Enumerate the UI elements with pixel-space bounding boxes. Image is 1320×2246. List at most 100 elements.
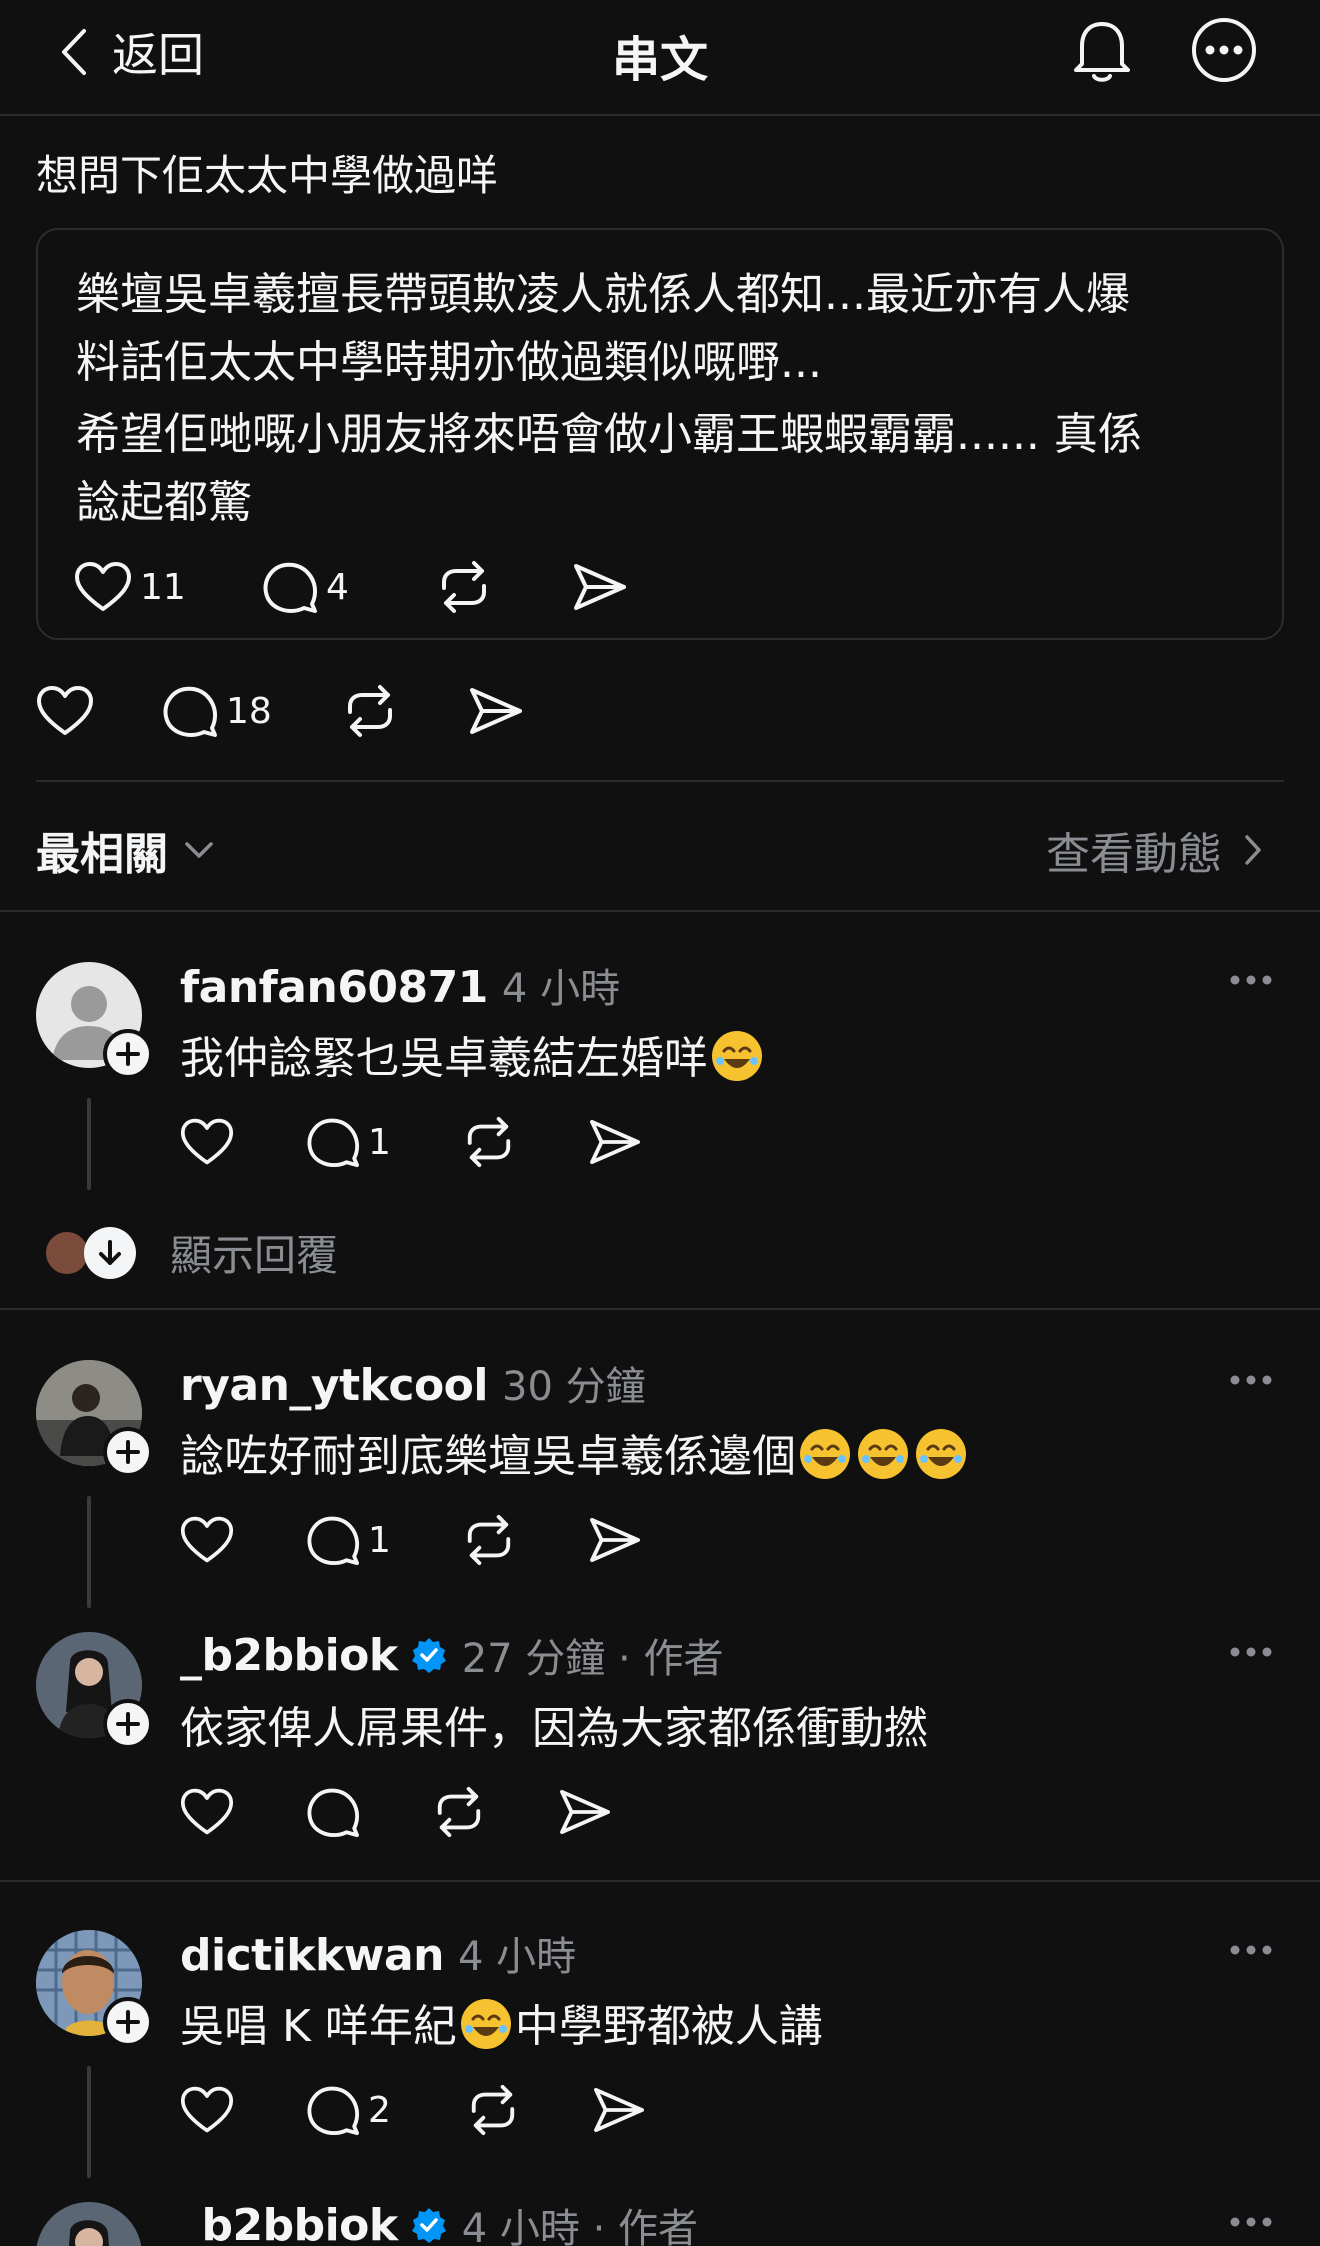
bell-icon: [1068, 18, 1136, 84]
back-label: 返回: [112, 28, 204, 82]
reply-bubble-icon: [162, 684, 218, 738]
comment-actions: 1: [180, 1116, 642, 1168]
repost-button[interactable]: [462, 1514, 588, 1566]
like-button[interactable]: [180, 1515, 306, 1565]
reply-count: 1: [368, 1519, 391, 1561]
like-button[interactable]: [36, 685, 162, 737]
comment-divider: [0, 1880, 1320, 1882]
comment-more-button[interactable]: [1230, 974, 1272, 986]
back-button[interactable]: 返回: [56, 22, 204, 82]
comment-username[interactable]: _b2bbiok: [180, 1630, 398, 1681]
plus-icon: [115, 1711, 141, 1737]
chevron-left-icon: [56, 27, 92, 77]
show-replies-button[interactable]: 顯示回覆: [44, 1222, 338, 1283]
heart-icon: [180, 1515, 234, 1565]
reply-button[interactable]: 1: [306, 1514, 462, 1566]
comment-text-row: 諗咗好耐到底樂壇吳卓羲係邊個: [180, 1420, 970, 1484]
verified-badge-icon: [410, 1636, 448, 1674]
comment-text: 我仲諗緊乜吳卓羲結左婚咩: [180, 1033, 708, 1084]
comment-username[interactable]: fanfan60871: [180, 962, 488, 1013]
share-button[interactable]: [592, 2086, 646, 2134]
comment-header: dictikkwan 4 小時: [180, 1924, 576, 1982]
repost-icon: [342, 684, 398, 738]
like-button[interactable]: [180, 1117, 306, 1167]
heart-icon: [36, 685, 94, 737]
quoted-post-card[interactable]: 樂壇吳卓羲擅長帶頭欺凌人就係人都知...最近亦有人爆 料話佢太太中學時期亦做過類…: [36, 228, 1284, 640]
comment-actions: 2: [180, 2084, 646, 2136]
comment-username[interactable]: _b2bbiok: [180, 2200, 398, 2246]
repost-button[interactable]: [432, 1786, 558, 1838]
post-divider: [36, 780, 1284, 782]
quote-share-button[interactable]: [572, 562, 628, 612]
avatar[interactable]: [36, 2202, 142, 2246]
post-actions: 18: [36, 684, 524, 738]
reply-bubble-icon: [306, 1514, 360, 1566]
verified-badge-icon: [410, 2206, 448, 2244]
show-replies-label: 顯示回覆: [170, 1231, 339, 1280]
comment-username[interactable]: ryan_ytkcool: [180, 1360, 489, 1411]
more-dots-icon: [1230, 2216, 1272, 2228]
view-activity-link[interactable]: 查看動態: [1046, 818, 1262, 882]
heart-icon: [180, 1787, 234, 1837]
follow-button[interactable]: [103, 1427, 153, 1477]
more-options-button[interactable]: [1190, 16, 1258, 84]
comment-time: 4 小時 · 作者: [461, 2206, 698, 2246]
comment-text-row: 我仲諗緊乜吳卓羲結左婚咩: [180, 1022, 766, 1086]
send-icon: [592, 2086, 646, 2134]
comment-time: 27 分鐘 · 作者: [461, 1636, 724, 1682]
quote-repost-button[interactable]: [436, 560, 572, 614]
reply-button[interactable]: 1: [306, 1116, 462, 1168]
reply-count: 1: [368, 1121, 391, 1163]
comment-actions: 1: [180, 1514, 642, 1566]
share-button[interactable]: [588, 1118, 642, 1166]
share-button[interactable]: [558, 1788, 612, 1836]
quote-reply-button[interactable]: 4: [262, 560, 436, 614]
comment-more-button[interactable]: [1230, 1646, 1272, 1658]
share-button[interactable]: [588, 1516, 642, 1564]
comment-header: fanfan60871 4 小時: [180, 956, 620, 1014]
comment-more-button[interactable]: [1230, 1944, 1272, 1956]
comment-header: _b2bbiok 4 小時 · 作者: [180, 2196, 698, 2246]
more-dots-icon: [1230, 1374, 1272, 1386]
follow-button[interactable]: [103, 1699, 153, 1749]
comment-more-button[interactable]: [1230, 2216, 1272, 2228]
comment-text-row: 吳唱 K 咩年紀 中學野都被人講: [180, 1990, 823, 2054]
comment-time: 4 小時: [457, 1934, 577, 1980]
comment-username[interactable]: dictikkwan: [180, 1930, 444, 1981]
thread-line: [87, 1098, 91, 1190]
quote-actions: 11 4: [74, 560, 628, 614]
share-button[interactable]: [468, 686, 524, 736]
comment-header: ryan_ytkcool 30 分鐘: [180, 1354, 646, 1412]
repost-button[interactable]: [342, 684, 468, 738]
repost-button[interactable]: [466, 2084, 592, 2136]
sort-dropdown[interactable]: 最相關: [36, 818, 214, 882]
sort-label: 最相關: [36, 829, 168, 880]
reply-button[interactable]: [306, 1786, 432, 1838]
like-button[interactable]: [180, 2085, 306, 2135]
notification-button[interactable]: [1068, 18, 1136, 84]
reply-button[interactable]: 18: [162, 684, 342, 738]
follow-button[interactable]: [103, 1029, 153, 1079]
header-bar: 返回 串文: [0, 0, 1320, 114]
reply-bubble-icon: [306, 1786, 360, 1838]
repost-button[interactable]: [462, 1116, 588, 1168]
heart-icon: [180, 1117, 234, 1167]
quote-like-count: 11: [140, 566, 186, 608]
more-dots-icon: [1230, 1944, 1272, 1956]
send-icon: [572, 562, 628, 612]
tears-of-joy-emoji-icon: [916, 1429, 966, 1479]
tears-of-joy-emoji-icon: [858, 1429, 908, 1479]
repost-icon: [462, 1116, 516, 1168]
reply-bubble-icon: [262, 560, 318, 614]
quote-like-button[interactable]: 11: [74, 561, 262, 613]
like-button[interactable]: [180, 1787, 306, 1837]
comment-more-button[interactable]: [1230, 1374, 1272, 1386]
thread-line: [87, 2066, 91, 2178]
arrow-down-circle-icon: [84, 1226, 136, 1279]
reply-button[interactable]: 2: [306, 2084, 466, 2136]
plus-icon: [115, 1439, 141, 1465]
follow-button[interactable]: [103, 1997, 153, 2047]
page-title: 串文: [611, 32, 708, 88]
comment-divider: [0, 1308, 1320, 1310]
post-caption: 想問下佢太太中學做過咩: [36, 151, 499, 200]
